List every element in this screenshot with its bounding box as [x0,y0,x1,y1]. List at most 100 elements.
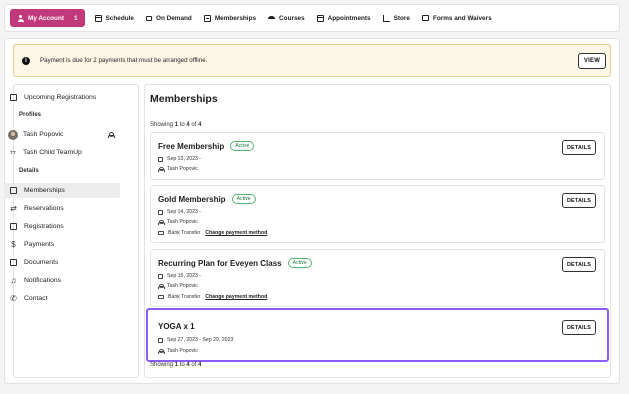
video-icon [145,15,152,21]
membership-card-selected[interactable]: YOGA x 1 Sep 27, 2023 - Sep 29, 2023 Tas… [146,308,609,362]
membership-title-row: Recurring Plan for Eveyen Class Active [158,258,312,268]
showing-total: 4 [198,362,202,368]
sidebar-item-label: Notifications [24,277,62,284]
id-card-icon [10,94,17,101]
membership-card: Recurring Plan for Eveyen Class Active S… [150,249,605,307]
card-icon [203,14,211,22]
membership-card-icon [10,187,17,194]
payment-alert: i Payment is due for 2 payments that mus… [13,44,611,77]
change-payment-method-link[interactable]: Change payment method [205,230,267,236]
membership-title: Free Membership [158,141,225,151]
nav-my-account[interactable]: My Account 1 [10,9,85,27]
page-title: Memberships [150,93,218,105]
person-text: Tash Popovic [167,166,198,172]
membership-card: Gold Membership Active Sep 14, 2023 - Ta… [150,185,605,243]
person-text: Tash Popovic [167,219,198,225]
sidebar-item-registrations[interactable]: Registrations [4,219,120,234]
nav-memberships[interactable]: Memberships [198,9,262,27]
membership-card: Free Membership Active Sep 13, 2023 - Ta… [150,132,605,180]
nav-appointments[interactable]: Appointments [311,9,377,27]
change-payment-method-link[interactable]: Change payment method [205,294,267,300]
membership-dates: Sep 15, 2023 - [158,273,201,279]
sidebar-item-upcoming-registrations[interactable]: Upcoming Registrations [4,90,120,105]
user-icon [158,219,165,225]
membership-payment: Bank Transfer Change payment method [158,230,267,236]
sidebar-item-reservations[interactable]: ⇄ Reservations [4,201,120,216]
sidebar-item-notifications[interactable]: ♫ Notifications [4,273,120,288]
details-button[interactable]: DETAILS [562,257,596,272]
showing-from: 1 [174,122,179,128]
showing-to-word: to [179,362,185,368]
nav-forms-and-waivers[interactable]: Forms and Waivers [416,9,498,27]
status-badge: Active [230,141,255,151]
nav-schedule[interactable]: Schedule [89,9,140,27]
dates-text: Sep 27, 2023 - Sep 29, 2023 [167,337,234,343]
calendar-icon [158,337,163,343]
pagination-summary-bottom: Showing 1 to 4 of 4 [150,362,201,368]
phone-icon: ✆ [10,294,17,303]
person-add-icon[interactable] [108,131,115,138]
details-button[interactable]: DETAILS [562,320,596,335]
user-icon [158,283,165,289]
profile-name: Tash Popovic [23,131,64,138]
nav-label: Forms and Waivers [432,14,492,22]
document-icon [10,259,17,266]
bell-icon: ♫ [10,276,17,285]
payment-method-text: Bank Transfer [168,230,201,236]
cart-icon [382,14,390,22]
alert-message: Payment is due for 2 payments that must … [40,57,208,64]
calendar-icon [158,209,163,215]
membership-person: Tash Popovic [158,219,198,225]
membership-title-row: YOGA x 1 [158,322,195,331]
membership-title: Recurring Plan for Eveyen Class [158,258,282,268]
showing-label: Showing [150,362,174,368]
status-badge: Active [287,258,312,268]
graduation-cap-icon [268,15,276,21]
showing-label: Showing [150,122,174,128]
details-button[interactable]: DETAILS [562,193,596,208]
nav-label: Appointments [327,14,371,22]
sidebar-item-label: Memberships [24,187,65,194]
user-icon [158,166,165,172]
calendar-icon [158,273,163,279]
calendar-icon [316,14,324,22]
calendar-icon [94,14,102,22]
sidebar-profile-tash-popovic[interactable]: Tash Popovic [4,127,120,142]
membership-dates: Sep 27, 2023 - Sep 29, 2023 [158,337,233,343]
user-icon [158,348,165,354]
calendar-icon [158,156,163,162]
showing-of-word: of [191,362,197,368]
sidebar-item-payments[interactable]: $ Payments [4,237,120,252]
details-heading: Details [19,168,39,174]
details-button[interactable]: DETAILS [562,140,596,155]
nav-store[interactable]: Store [377,9,416,27]
view-button[interactable]: VIEW [578,52,606,69]
sidebar-item-label: Upcoming Registrations [24,94,97,101]
sidebar-item-label: Registrations [24,223,64,230]
membership-payment: Bank Transfer Change payment method [158,294,267,300]
nav-on-demand[interactable]: On Demand [140,9,198,27]
membership-title: YOGA x 1 [158,322,195,331]
sidebar-profile-tash-child[interactable]: TT Tash Child TeamUp [4,145,120,160]
status-badge: Active [231,194,256,204]
membership-dates: Sep 13, 2023 - [158,156,201,162]
membership-person: Tash Popovic [158,283,198,289]
nav-courses[interactable]: Courses [262,9,311,27]
showing-of-word: of [191,122,197,128]
bank-icon [158,231,164,235]
membership-person: Tash Popovic [158,166,198,172]
dates-text: Sep 15, 2023 - [167,273,202,279]
folder-icon [421,15,429,21]
nav-count-badge: 1 [73,14,78,22]
sidebar-item-documents[interactable]: Documents [4,255,120,270]
user-icon [17,14,24,22]
dates-text: Sep 13, 2023 - [167,156,202,162]
membership-title: Gold Membership [158,194,226,204]
sidebar-item-contact[interactable]: ✆ Contact [4,291,120,306]
sidebar-item-label: Contact [24,295,48,302]
pagination-summary-top: Showing 1 to 4 of 4 [150,122,201,128]
profiles-heading: Profiles [19,112,42,118]
profile-name: Tash Child TeamUp [23,149,82,156]
sidebar-item-memberships[interactable]: Memberships [4,183,120,198]
bank-icon [158,295,164,299]
